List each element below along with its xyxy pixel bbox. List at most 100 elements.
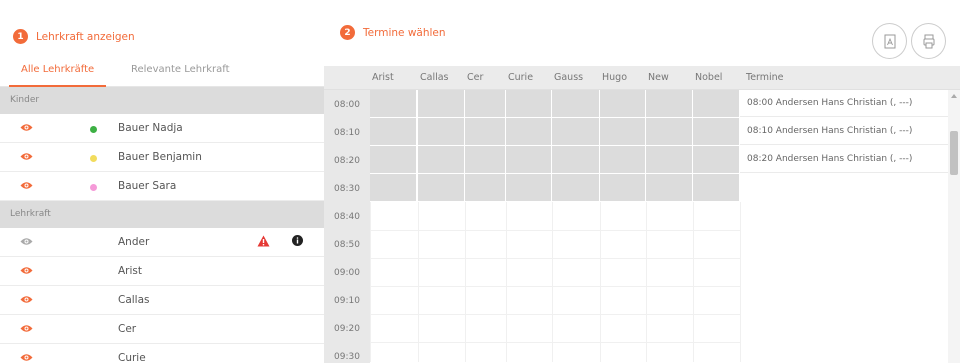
slot-cell-booked[interactable] bbox=[465, 90, 506, 118]
color-dot-icon bbox=[90, 155, 97, 162]
grid-line bbox=[370, 314, 740, 315]
slot-cell-booked[interactable] bbox=[600, 146, 646, 174]
slot-cell-booked[interactable] bbox=[693, 174, 740, 202]
color-dot-icon bbox=[90, 184, 97, 191]
teacher-row[interactable]: Callas bbox=[0, 286, 324, 315]
slot-cell-booked[interactable] bbox=[506, 118, 552, 146]
slot-cell-booked[interactable] bbox=[465, 146, 506, 174]
teacher-row[interactable]: Ander bbox=[0, 228, 324, 257]
appointment-text: 08:10 Andersen Hans Christian (, ---) bbox=[747, 126, 913, 136]
teacher-row[interactable]: Arist bbox=[0, 257, 324, 286]
appointment-text: 08:00 Andersen Hans Christian (, ---) bbox=[747, 98, 913, 108]
step-1-number: 1 bbox=[13, 29, 28, 44]
slot-cell-booked[interactable] bbox=[600, 118, 646, 146]
slot-cell-booked[interactable] bbox=[693, 90, 740, 118]
pdf-export-button[interactable] bbox=[872, 23, 907, 59]
slot-cell-booked[interactable] bbox=[646, 174, 693, 202]
time-slot-label: 09:00 bbox=[334, 268, 360, 278]
eye-icon[interactable] bbox=[20, 123, 33, 135]
column-header-teacher: Hugo bbox=[602, 72, 628, 83]
teacher-list: Kinder Bauer Nadja Bauer Benjamin Bauer Sa… bbox=[0, 87, 324, 363]
grid-line bbox=[370, 286, 740, 287]
child-name: Bauer Benjamin bbox=[118, 151, 202, 163]
child-name: Bauer Nadja bbox=[118, 122, 183, 134]
slot-cell-booked[interactable] bbox=[552, 146, 600, 174]
appointment-text: 08:20 Andersen Hans Christian (, ---) bbox=[747, 154, 913, 164]
time-slot-label: 08:50 bbox=[334, 240, 360, 250]
info-icon[interactable] bbox=[292, 235, 303, 249]
eye-icon[interactable] bbox=[20, 353, 33, 363]
slot-cell-booked[interactable] bbox=[552, 118, 600, 146]
teacher-row[interactable]: Cer bbox=[0, 315, 324, 344]
column-header-teacher: New bbox=[648, 72, 669, 83]
slot-cell-booked[interactable] bbox=[552, 174, 600, 202]
step-2-number: 2 bbox=[340, 25, 355, 40]
termine-column-header: Termine bbox=[746, 72, 784, 83]
appointment-row[interactable]: 08:20 Andersen Hans Christian (, ---) bbox=[740, 146, 948, 173]
column-header-teacher: Arist bbox=[372, 72, 394, 83]
step-1-header: 1 Lehrkraft anzeigen bbox=[13, 29, 135, 44]
eye-icon[interactable] bbox=[20, 295, 33, 307]
child-row[interactable]: Bauer Sara bbox=[0, 172, 324, 201]
column-header-teacher: Cer bbox=[467, 72, 484, 83]
teacher-row[interactable]: Curie bbox=[0, 344, 324, 363]
slot-cell-booked[interactable] bbox=[465, 118, 506, 146]
teacher-tabs: Alle Lehrkräfte Relevante Lehrkraft bbox=[0, 60, 324, 88]
slot-cell-booked[interactable] bbox=[418, 174, 465, 202]
slot-cell-booked[interactable] bbox=[693, 146, 740, 174]
slot-cell-booked[interactable] bbox=[370, 118, 417, 146]
slot-cell-booked[interactable] bbox=[600, 174, 646, 202]
eye-icon[interactable] bbox=[20, 181, 33, 193]
slot-cell-booked[interactable] bbox=[693, 118, 740, 146]
grid-line bbox=[465, 202, 466, 362]
warning-icon[interactable] bbox=[257, 235, 270, 250]
slot-cell-booked[interactable] bbox=[465, 174, 506, 202]
slot-cell-booked[interactable] bbox=[506, 90, 552, 118]
grid-line bbox=[600, 202, 601, 362]
slot-cell-booked[interactable] bbox=[646, 118, 693, 146]
step-2-header: 2 Termine wählen bbox=[340, 25, 446, 40]
column-header-teacher: Gauss bbox=[554, 72, 584, 83]
grid-line bbox=[740, 202, 741, 362]
slot-cell-booked[interactable] bbox=[506, 174, 552, 202]
time-column: 08:00 08:10 08:20 08:30 08:40 08:50 09:00 09:10… bbox=[324, 90, 370, 363]
column-header-teacher: Callas bbox=[420, 72, 449, 83]
slot-cell-booked[interactable] bbox=[370, 90, 417, 118]
scrollbar-thumb[interactable] bbox=[950, 131, 958, 175]
column-header-teacher: Nobel bbox=[695, 72, 723, 83]
step-1-label: Lehrkraft anzeigen bbox=[36, 30, 135, 43]
eye-icon[interactable] bbox=[20, 324, 33, 336]
slot-cell-booked[interactable] bbox=[646, 146, 693, 174]
tab-all-teachers[interactable]: Alle Lehrkräfte bbox=[8, 64, 107, 88]
grid-line bbox=[646, 202, 647, 362]
slot-cell-booked[interactable] bbox=[552, 90, 600, 118]
teacher-name: Ander bbox=[118, 236, 150, 248]
eye-icon[interactable] bbox=[20, 266, 33, 278]
tab-relevant-teacher[interactable]: Relevante Lehrkraft bbox=[131, 64, 230, 86]
time-slot-label: 09:10 bbox=[334, 296, 360, 306]
scroll-up-arrow[interactable] bbox=[951, 94, 957, 98]
slot-cell-booked[interactable] bbox=[418, 90, 465, 118]
teacher-name: Callas bbox=[118, 294, 150, 306]
eye-icon[interactable] bbox=[20, 237, 33, 249]
time-slot-label: 08:30 bbox=[334, 184, 360, 194]
slot-cell-booked[interactable] bbox=[600, 90, 646, 118]
slot-cell-booked[interactable] bbox=[370, 174, 417, 202]
appointment-row[interactable]: 08:10 Andersen Hans Christian (, ---) bbox=[740, 118, 948, 145]
slot-cell-booked[interactable] bbox=[418, 146, 465, 174]
appointment-row[interactable]: 08:00 Andersen Hans Christian (, ---) bbox=[740, 90, 948, 117]
schedule-grid: Termine Arist Callas Cer Curie Gauss Hugo New N… bbox=[324, 66, 960, 363]
eye-icon[interactable] bbox=[20, 152, 33, 164]
slot-cell-booked[interactable] bbox=[418, 118, 465, 146]
slot-cell-booked[interactable] bbox=[506, 146, 552, 174]
slot-cell-booked[interactable] bbox=[370, 146, 417, 174]
print-button[interactable] bbox=[911, 23, 946, 59]
slot-cell-booked[interactable] bbox=[646, 90, 693, 118]
color-dot-icon bbox=[90, 126, 97, 133]
time-slot-label: 08:10 bbox=[334, 128, 360, 138]
grid-line bbox=[370, 202, 371, 362]
child-row[interactable]: Bauer Nadja bbox=[0, 114, 324, 143]
child-row[interactable]: Bauer Benjamin bbox=[0, 143, 324, 172]
section-lehrkraft: Lehrkraft bbox=[0, 201, 324, 228]
step-2-label: Termine wählen bbox=[363, 26, 446, 39]
